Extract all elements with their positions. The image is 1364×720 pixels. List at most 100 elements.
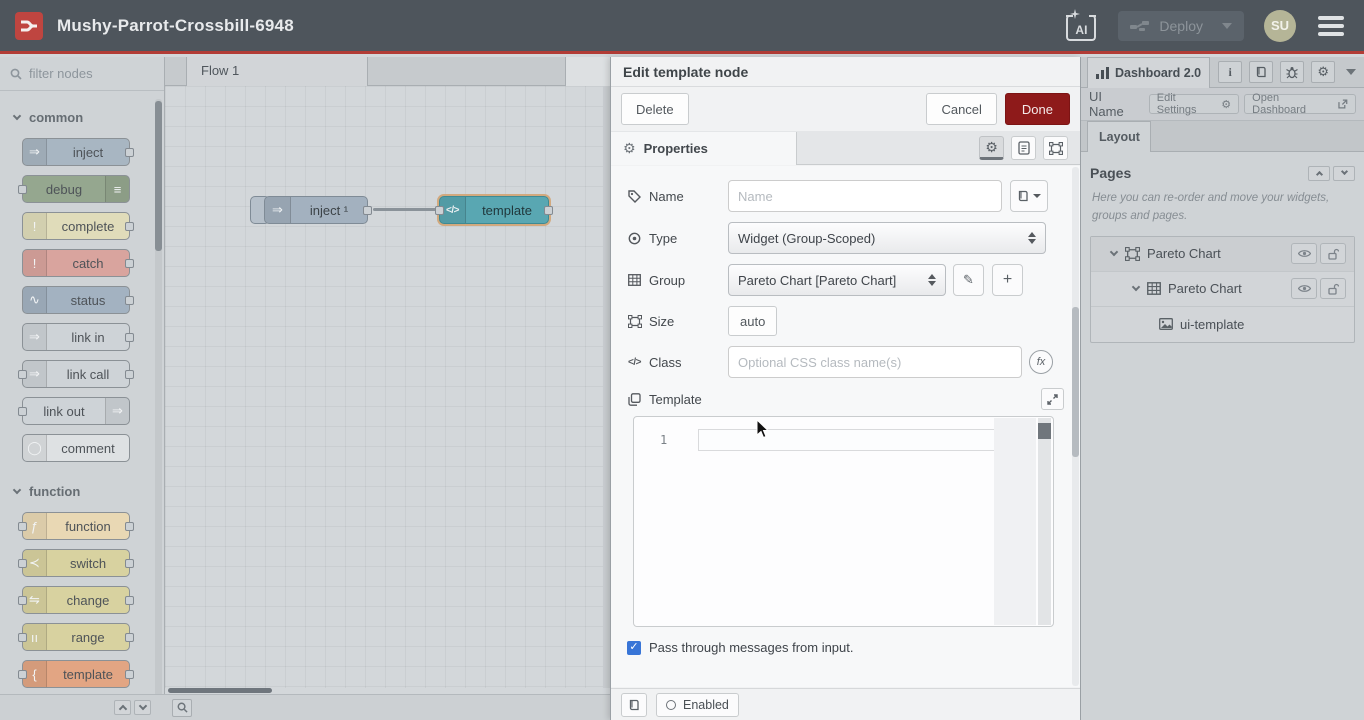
tab-properties[interactable]: ⚙ Properties <box>611 132 797 165</box>
palette-node-range[interactable]: ıırange <box>22 623 130 651</box>
palette-node-debug[interactable]: ≡debug <box>22 175 130 203</box>
palette-node-inject[interactable]: ⇒inject <box>22 138 130 166</box>
template-field-label: Template <box>627 392 702 407</box>
tab-layout[interactable]: Layout <box>1087 121 1151 152</box>
info-tab-button[interactable]: i <box>1218 61 1242 83</box>
expand-editor-button[interactable] <box>1041 388 1064 410</box>
editor-active-line[interactable] <box>698 429 996 451</box>
canvas-grid[interactable]: ⇒ inject ¹ </> template <box>165 86 603 688</box>
node-output-port[interactable] <box>125 670 134 679</box>
node-input-port[interactable] <box>18 522 27 531</box>
edit-settings-button[interactable]: Edit Settings ⚙ <box>1149 94 1239 114</box>
fx-button[interactable]: fx <box>1029 350 1053 374</box>
palette-node-function[interactable]: ƒfunction <box>22 512 130 540</box>
node-input-port[interactable] <box>435 206 444 215</box>
node-output-port[interactable] <box>125 633 134 642</box>
node-output-port[interactable] <box>125 596 134 605</box>
cancel-button[interactable]: Cancel <box>926 93 996 125</box>
node-output-port[interactable] <box>544 206 553 215</box>
properties-tab-button[interactable]: ⚙ <box>979 136 1004 160</box>
palette-node-catch[interactable]: !catch <box>22 249 130 277</box>
lock-button[interactable] <box>1320 243 1346 264</box>
palette-node-complete[interactable]: !complete <box>22 212 130 240</box>
palette-expand-all-button[interactable] <box>134 700 151 715</box>
done-button[interactable]: Done <box>1005 93 1070 125</box>
tree-row-group[interactable]: Pareto Chart <box>1091 272 1354 307</box>
palette-node-link-call[interactable]: ⇒link call <box>22 360 130 388</box>
tree-row-widget[interactable]: ui-template <box>1091 307 1354 342</box>
tray-scrollbar[interactable] <box>1072 167 1079 686</box>
label-options-button[interactable] <box>1010 180 1048 212</box>
node-input-port[interactable] <box>18 670 27 679</box>
sidebar-tabbar: Dashboard 2.0 i ⚙ <box>1081 57 1364 88</box>
node-input-port[interactable] <box>18 185 27 194</box>
palette-category-function[interactable]: function <box>0 476 164 506</box>
size-button[interactable]: auto <box>728 306 777 336</box>
type-select[interactable]: Widget (Group-Scoped) <box>728 222 1046 254</box>
palette-node-link-out[interactable]: ⇒link out <box>22 397 130 425</box>
palette-category-common[interactable]: common <box>0 102 164 132</box>
node-input-port[interactable] <box>18 370 27 379</box>
palette-node-change[interactable]: ⇋change <box>22 586 130 614</box>
palette-node-template[interactable]: {template <box>22 660 130 688</box>
visibility-button[interactable] <box>1291 243 1317 264</box>
node-input-port[interactable] <box>18 559 27 568</box>
lock-button[interactable] <box>1320 278 1346 299</box>
node-input-port[interactable] <box>18 407 27 416</box>
sidebar-options-caret-icon[interactable] <box>1346 69 1356 75</box>
flow-node-inject[interactable]: ⇒ inject ¹ <box>264 196 368 224</box>
node-input-port[interactable] <box>18 633 27 642</box>
ai-assistant-button[interactable]: AI <box>1064 9 1098 43</box>
config-tab-button[interactable]: ⚙ <box>1311 61 1335 83</box>
main-menu-button[interactable] <box>1316 12 1346 40</box>
name-input[interactable] <box>728 180 1002 212</box>
node-input-port[interactable] <box>18 596 27 605</box>
add-group-button[interactable]: + <box>992 264 1023 296</box>
canvas-vertical-scrollbar[interactable] <box>603 86 610 688</box>
flow-search-button[interactable] <box>172 699 192 717</box>
palette-node-link-in[interactable]: ⇒link in <box>22 323 130 351</box>
group-select[interactable]: Pareto Chart [Pareto Chart] <box>728 264 946 296</box>
node-output-port[interactable] <box>125 259 134 268</box>
wire-inject-to-template[interactable] <box>373 208 439 211</box>
node-output-port[interactable] <box>125 296 134 305</box>
palette-search-input[interactable]: filter nodes <box>0 57 164 91</box>
user-avatar[interactable]: SU <box>1264 10 1296 42</box>
node-enabled-toggle[interactable]: Enabled <box>656 693 739 717</box>
flow-node-template-selected[interactable]: </> template <box>439 196 549 224</box>
tab-dashboard-2[interactable]: Dashboard 2.0 <box>1087 57 1210 88</box>
open-dashboard-button[interactable]: Open Dashboard <box>1244 94 1356 114</box>
palette-node-comment[interactable]: ◯comment <box>22 434 130 462</box>
delete-button[interactable]: Delete <box>621 93 689 125</box>
palette-scrollbar[interactable] <box>155 99 162 709</box>
node-output-port[interactable] <box>125 522 134 531</box>
tab-flow-1[interactable]: Flow 1 <box>186 57 368 86</box>
debug-tab-button[interactable] <box>1280 61 1304 83</box>
node-output-port[interactable] <box>125 222 134 231</box>
node-output-port[interactable] <box>125 370 134 379</box>
expand-all-button[interactable] <box>1333 166 1355 181</box>
node-output-port[interactable] <box>125 148 134 157</box>
collapse-all-button[interactable] <box>1308 166 1330 181</box>
template-code-editor[interactable]: 1 <box>633 416 1054 627</box>
deploy-button[interactable]: Deploy <box>1118 11 1244 41</box>
eye-icon <box>1298 284 1311 293</box>
visibility-button[interactable] <box>1291 278 1317 299</box>
passthrough-checkbox[interactable]: ✓ <box>627 641 641 655</box>
edit-group-button[interactable]: ✎ <box>953 264 984 296</box>
node-output-port[interactable] <box>125 559 134 568</box>
palette-node-switch[interactable]: ≺switch <box>22 549 130 577</box>
editor-scrollbar[interactable] <box>1038 418 1051 625</box>
deploy-options-caret-icon[interactable] <box>1222 23 1232 29</box>
palette-node-status[interactable]: ∿status <box>22 286 130 314</box>
node-output-port[interactable] <box>125 333 134 342</box>
palette-collapse-all-button[interactable] <box>114 700 131 715</box>
flow-canvas[interactable]: Flow 1 ⇒ inject ¹ </> template <box>165 57 610 720</box>
node-output-port[interactable] <box>363 206 372 215</box>
description-tab-button[interactable] <box>1011 136 1036 160</box>
help-tab-button[interactable] <box>1249 61 1273 83</box>
appearance-tab-button[interactable] <box>1043 136 1068 160</box>
node-help-button[interactable] <box>621 693 647 717</box>
tree-row-page[interactable]: Pareto Chart <box>1091 237 1354 272</box>
class-input[interactable] <box>728 346 1022 378</box>
